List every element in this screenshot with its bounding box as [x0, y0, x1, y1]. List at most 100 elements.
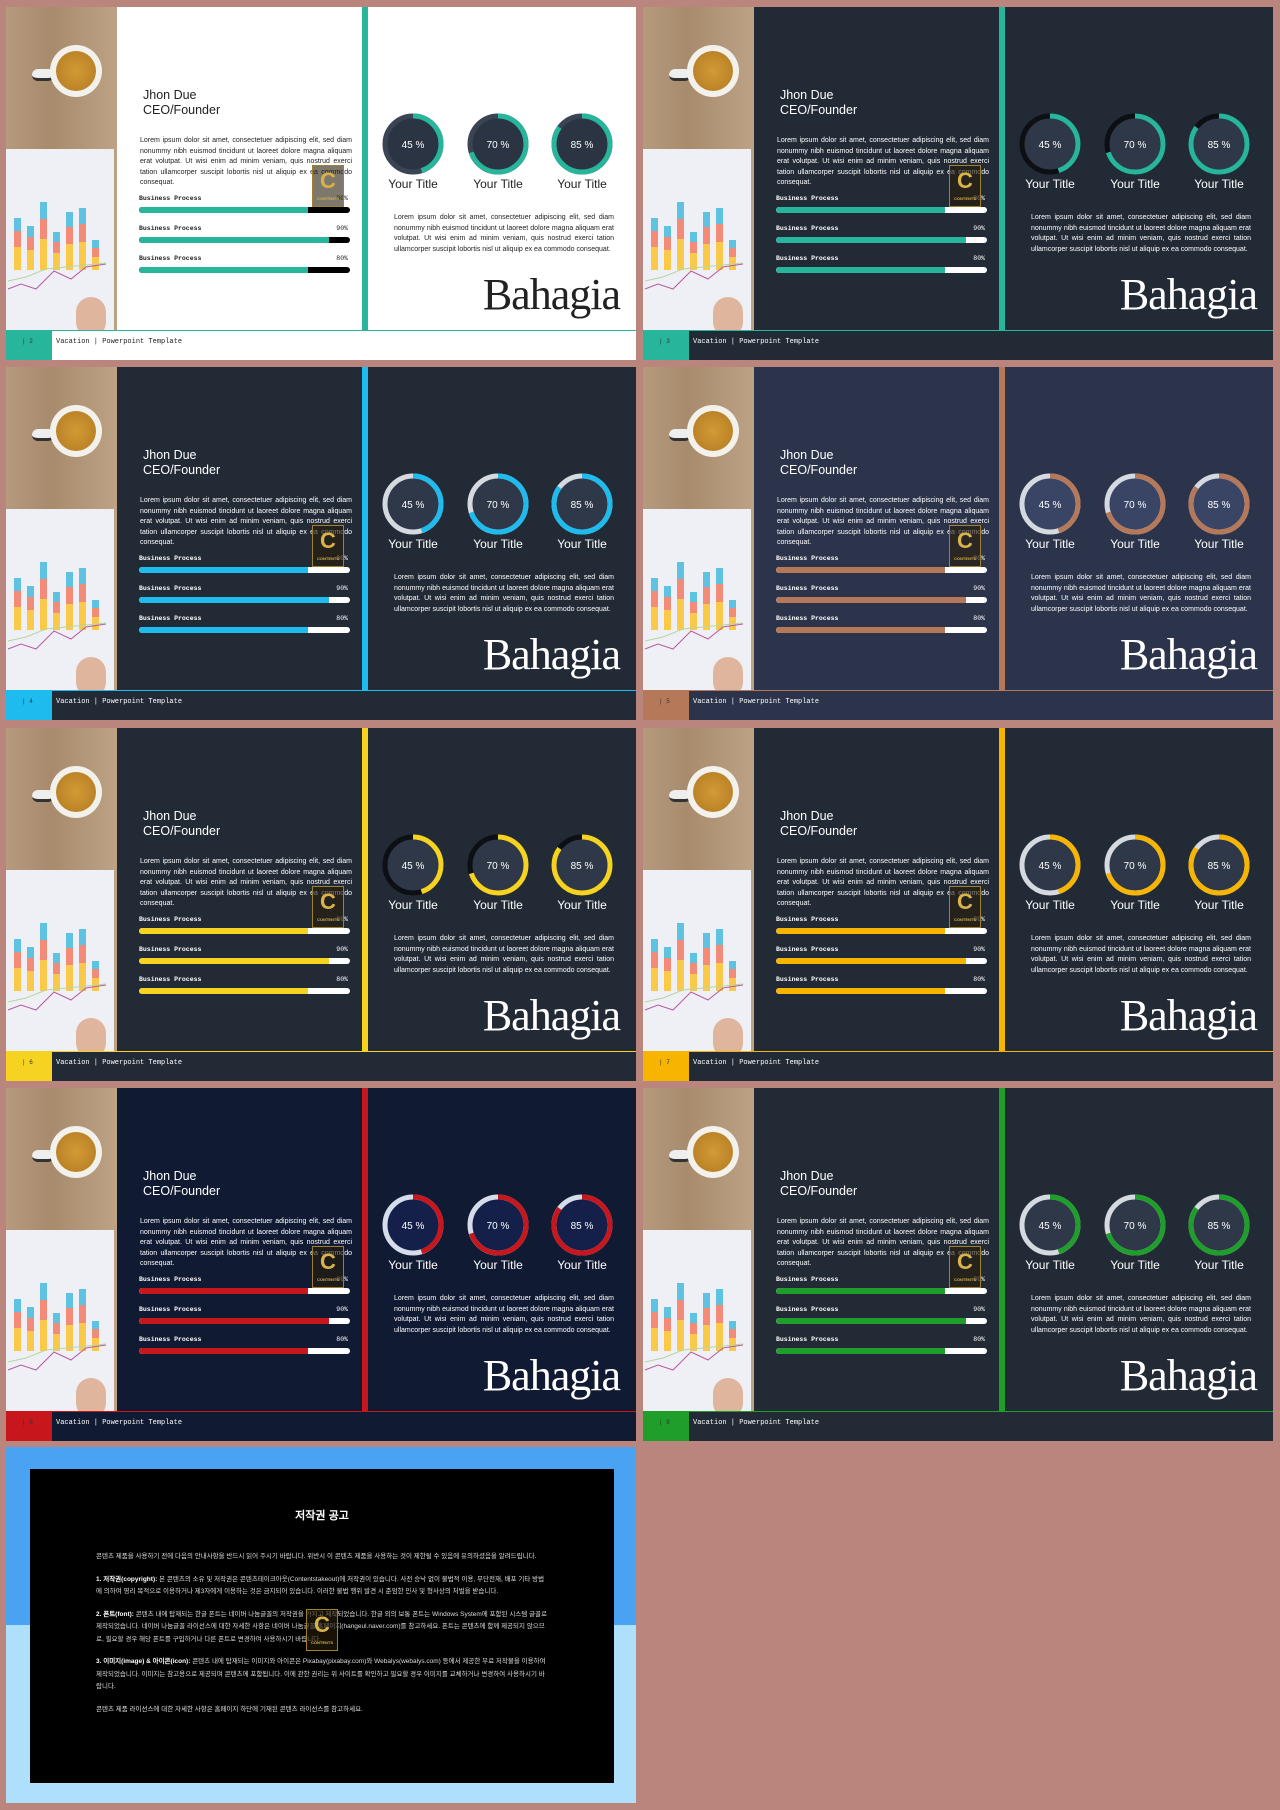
progress-bar: [139, 1318, 350, 1324]
photo-bar: [690, 1313, 697, 1323]
progress-ring: 70 %: [467, 473, 529, 535]
progress-ring: 85 %: [1188, 113, 1250, 175]
photo-bar: [664, 237, 671, 251]
paper-line-chart: [7, 983, 107, 1011]
paper-line-chart: [644, 622, 744, 650]
photo-bar: [729, 600, 736, 608]
watermark-logo: C CONTENTS: [312, 525, 344, 567]
progress-label: Business Process: [139, 195, 202, 202]
page-number: | 3: [643, 330, 689, 360]
profile-role: CEO/Founder: [780, 1184, 858, 1198]
photo-bar: [651, 939, 658, 952]
profile-name-block: Jhon Due CEO/Founder: [780, 809, 857, 839]
photo-bar: [690, 232, 697, 242]
coffee-desk-photo: [643, 1088, 754, 1411]
ring-label: 70 %: [1124, 500, 1147, 511]
photo-bar: [92, 968, 99, 978]
progress-bar: [776, 597, 987, 603]
photo-bar: [27, 226, 34, 237]
slide: Jhon Due CEO/Founder Lorem ipsum dolor si…: [643, 7, 1273, 360]
photo-bar: [79, 1289, 86, 1305]
progress-label: Business Process: [139, 555, 202, 562]
profile-name: Jhon Due: [780, 809, 834, 823]
progress-fill: [776, 237, 966, 243]
footer-line: [643, 690, 1273, 691]
photo-bar: [92, 1321, 99, 1329]
photo-bar: [716, 944, 723, 964]
photo-bar: [716, 583, 723, 603]
profile-role: CEO/Founder: [780, 824, 858, 838]
coffee-desk-photo: [6, 1088, 117, 1411]
ring-label: 70 %: [1124, 1221, 1147, 1232]
photo-bar: [651, 218, 658, 231]
photo-bar: [53, 592, 60, 602]
progress-fill: [776, 207, 945, 213]
progress-fill: [776, 1288, 945, 1294]
progress-ring: 85 %: [1188, 1194, 1250, 1256]
progress-bar: [776, 958, 987, 964]
progress-bar: [139, 1348, 350, 1354]
progress-fill: [139, 988, 308, 994]
coffee-cup: [50, 405, 102, 457]
ring-label: 45 %: [1039, 140, 1062, 151]
slide-footer: | 3 Vacation | Powerpoint Template: [643, 330, 1273, 360]
progress-ring: 45 %: [382, 113, 444, 175]
progress-ring: 45 %: [382, 834, 444, 896]
photo-bar: [79, 568, 86, 584]
ring-title: Your Title: [388, 537, 438, 551]
progress-label: Business Process: [776, 225, 839, 232]
footer-text: Vacation | Powerpoint Template: [693, 698, 820, 706]
photo-bar: [53, 601, 60, 613]
photo-bar: [79, 223, 86, 243]
footer-line: [643, 1051, 1273, 1052]
copyright-box: 저작권 공고 콘텐츠 제품을 사용하기 전에 다음의 안내사항을 반드시 읽어 …: [30, 1469, 614, 1783]
progress-percent: 80%: [336, 976, 348, 983]
progress-fill: [776, 928, 945, 934]
photo-bar: [53, 232, 60, 242]
photo-bar: [677, 202, 684, 219]
photo-bar: [92, 961, 99, 969]
photo-bar: [703, 947, 710, 965]
ring-title: Your Title: [557, 537, 607, 551]
copyright-item: 3. 이미지(image) & 아이콘(icon): 콘텐츠 내에 탑재되는 이…: [96, 1656, 548, 1694]
ring-label: 70 %: [1124, 140, 1147, 151]
footer-text: Vacation | Powerpoint Template: [56, 698, 183, 706]
paper-line-chart: [644, 1343, 744, 1371]
photo-bar: [40, 1300, 47, 1321]
watermark-logo: C CONTENTS: [949, 165, 981, 207]
photo-bar: [651, 231, 658, 247]
photo-bar: [40, 1283, 47, 1300]
progress-bar: [776, 1348, 987, 1354]
progress-label: Business Process: [139, 1336, 202, 1343]
progress-label: Business Process: [776, 1336, 839, 1343]
ring-title: Your Title: [1194, 1258, 1244, 1272]
photo-bar: [40, 219, 47, 240]
progress-bar: [139, 567, 350, 573]
footer-line: [6, 690, 636, 691]
progress-bar: [776, 567, 987, 573]
photo-bar: [40, 940, 47, 961]
stats-description: Lorem ipsum dolor sit amet, consectetuer…: [394, 574, 614, 613]
photo-bar: [14, 1299, 21, 1312]
progress-fill: [139, 627, 308, 633]
slide: Jhon Due CEO/Founder Lorem ipsum dolor si…: [6, 728, 636, 1081]
photo-bar: [664, 226, 671, 237]
photo-bar: [40, 923, 47, 940]
progress-bar: [139, 928, 350, 934]
photo-bar: [651, 1312, 658, 1328]
photo-bar: [651, 578, 658, 591]
progress-ring: 45 %: [1019, 1194, 1081, 1256]
photo-bar: [14, 578, 21, 591]
photo-bar: [716, 568, 723, 584]
profile-name-block: Jhon Due CEO/Founder: [143, 448, 220, 478]
photo-bar: [27, 586, 34, 597]
copyright-intro: 콘텐츠 제품을 사용하기 전에 다음의 안내사항을 반드시 읽어 주시기 바랍니…: [96, 1553, 537, 1560]
watermark-logo: C CONTENTS: [312, 886, 344, 928]
progress-ring: 85 %: [1188, 473, 1250, 535]
progress-fill: [776, 597, 966, 603]
photo-bar: [716, 1289, 723, 1305]
photo-bar: [664, 958, 671, 972]
coffee-cup: [50, 1126, 102, 1178]
footer-line: [6, 1051, 636, 1052]
progress-ring: 85 %: [551, 473, 613, 535]
